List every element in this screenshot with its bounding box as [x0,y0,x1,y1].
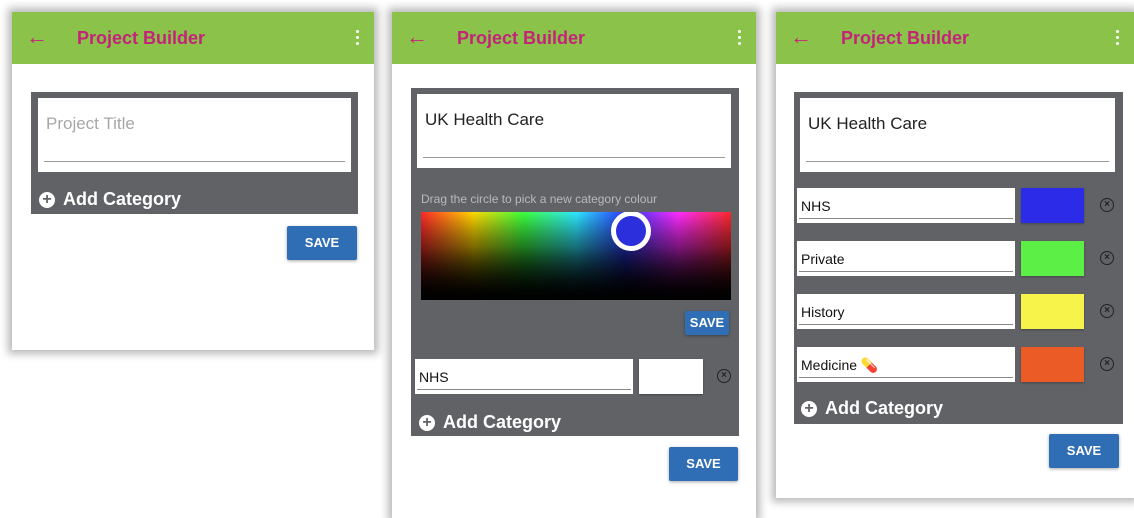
project-title-field[interactable]: UK Health Care [800,98,1115,172]
back-arrow-icon[interactable]: ← [790,24,812,50]
add-circle-icon: + [419,414,435,431]
category-name-input[interactable]: Medicine 💊 [797,347,1015,382]
category-color-swatch[interactable] [1021,241,1084,276]
add-category-label: Add Category [825,398,944,418]
remove-circle-icon[interactable]: × [1100,198,1114,212]
category-name-input[interactable]: NHS [415,359,633,394]
add-category-label: Add Category [443,412,562,432]
category-name-input[interactable]: History [797,294,1015,329]
color-picker-shade [421,212,731,300]
app-title: Project Builder [77,28,206,48]
category-color-swatch[interactable] [1021,347,1084,382]
input-underline [423,157,725,158]
category-name-input[interactable]: NHS [797,188,1015,223]
category-name: Private [801,251,845,267]
save-button[interactable]: SAVE [287,226,357,260]
input-underline [44,161,345,162]
input-underline [799,377,1013,378]
category-name: NHS [801,198,831,214]
project-title-value: UK Health Care [808,114,928,133]
app-bar: ← Project Builder [12,12,374,64]
add-category-button[interactable]: + Add Category [39,189,181,210]
save-button[interactable]: SAVE [1049,434,1119,468]
screen-color-picker: ← Project Builder UK Health Care Drag th… [392,12,756,518]
add-category-button[interactable]: + Add Category [801,398,943,419]
project-title-field[interactable]: Project Title [38,98,351,172]
picker-hint: Drag the circle to pick a new category c… [421,192,658,206]
input-underline [799,218,1013,219]
more-vert-icon[interactable] [356,30,360,48]
project-title-field[interactable]: UK Health Care [417,94,731,168]
category-name: Medicine 💊 [801,357,879,373]
add-category-label: Add Category [63,189,182,209]
screen-categories-list: ← Project Builder UK Health Care NHS × P… [776,12,1134,498]
add-category-button[interactable]: + Add Category [419,412,561,433]
remove-circle-icon[interactable]: × [1100,304,1114,318]
remove-circle-icon[interactable]: × [717,369,731,383]
remove-circle-icon[interactable]: × [1100,357,1114,371]
remove-circle-icon[interactable]: × [1100,251,1114,265]
back-arrow-icon[interactable]: ← [26,24,48,50]
project-panel: UK Health Care NHS × Private × History ×… [794,92,1123,424]
input-underline [806,161,1109,162]
category-color-swatch[interactable] [639,359,703,394]
app-bar: ← Project Builder [776,12,1134,64]
input-underline [417,389,631,390]
more-vert-icon[interactable] [738,30,742,48]
project-panel: Project Title + Add Category [31,92,358,214]
category-name: NHS [419,369,449,385]
color-picker-handle[interactable] [611,212,651,251]
add-circle-icon: + [39,191,55,208]
app-bar: ← Project Builder [392,12,756,64]
save-button[interactable]: SAVE [669,447,738,481]
project-title-placeholder: Project Title [46,114,135,133]
input-underline [799,324,1013,325]
back-arrow-icon[interactable]: ← [406,24,428,50]
screen-empty-project: ← Project Builder Project Title + Add Ca… [12,12,374,350]
picker-save-button[interactable]: SAVE [685,311,729,335]
input-underline [799,271,1013,272]
project-title-value: UK Health Care [425,110,545,129]
category-name-input[interactable]: Private [797,241,1015,276]
category-name: History [801,304,845,320]
more-vert-icon[interactable] [1116,30,1120,48]
add-circle-icon: + [801,400,817,417]
color-picker[interactable] [421,212,731,300]
category-color-swatch[interactable] [1021,294,1084,329]
app-title: Project Builder [457,28,586,48]
app-title: Project Builder [841,28,970,48]
category-color-swatch[interactable] [1021,188,1084,223]
project-panel: UK Health Care Drag the circle to pick a… [411,88,739,436]
